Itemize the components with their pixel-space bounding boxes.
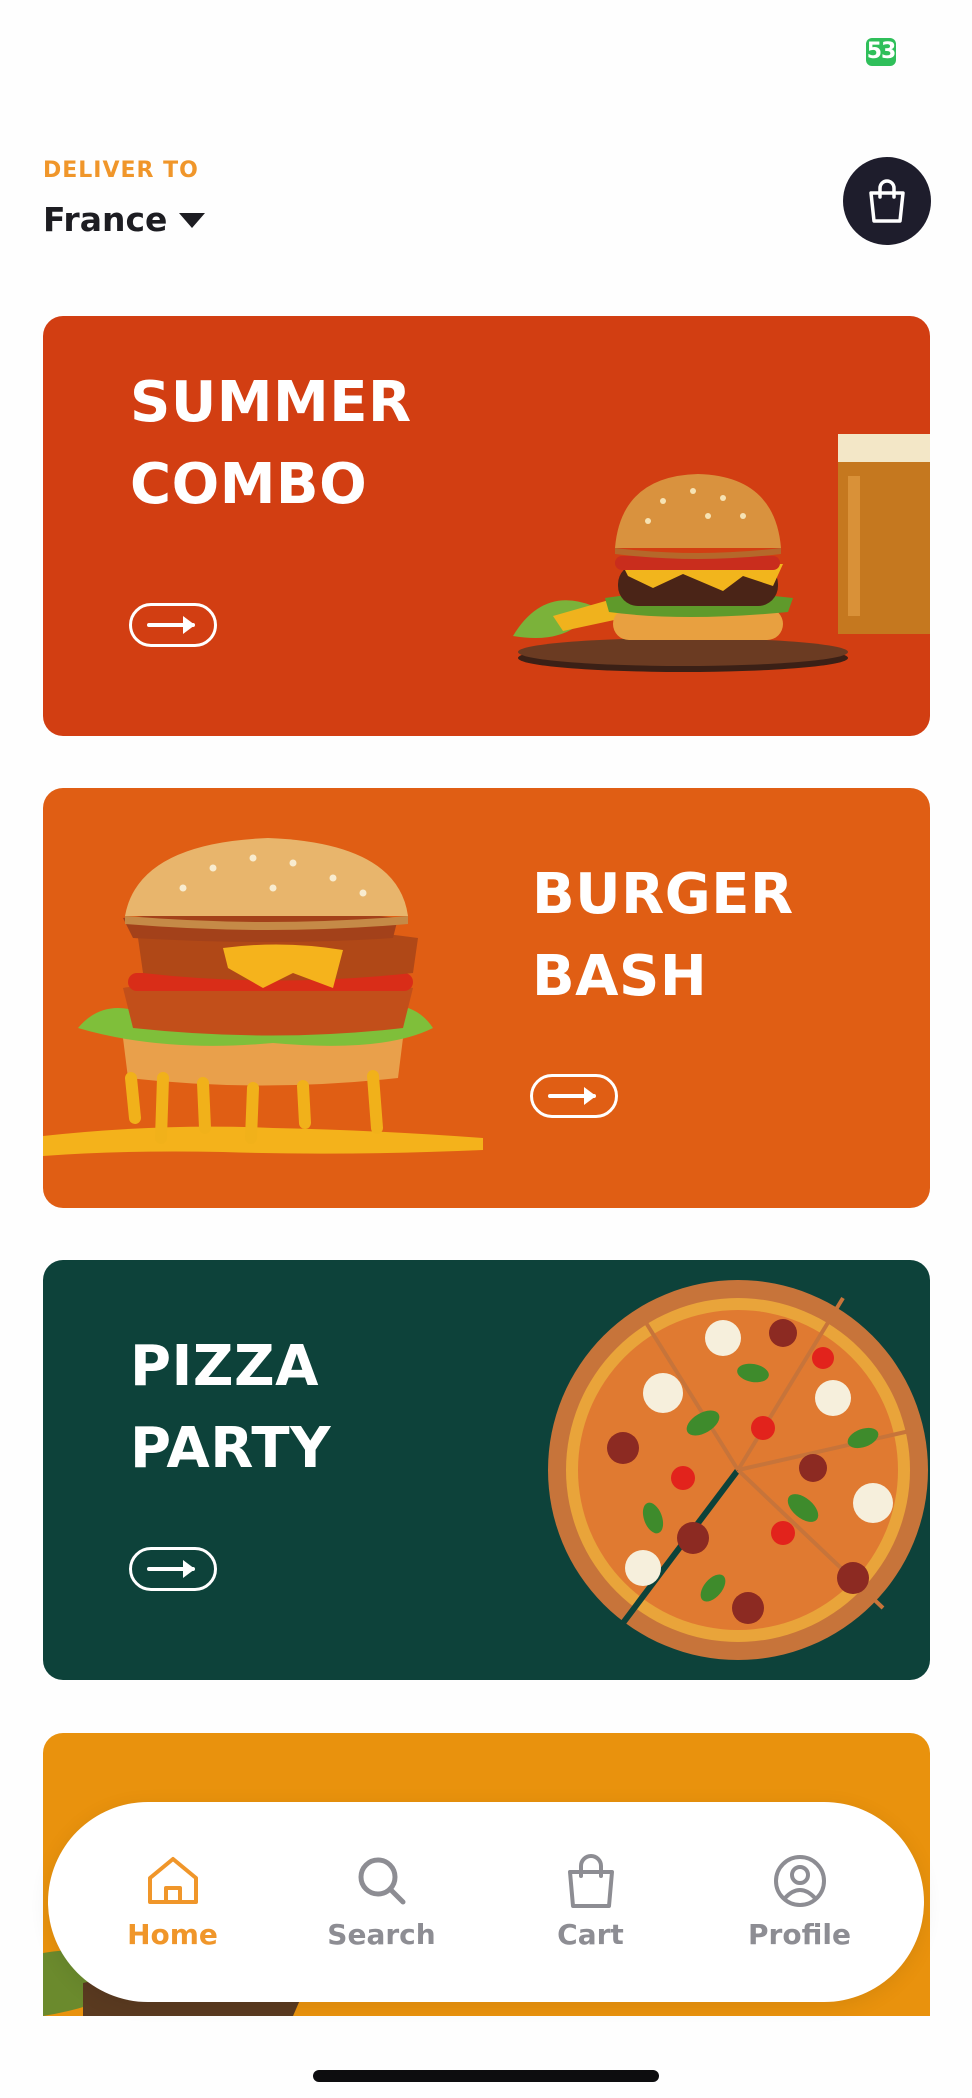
tab-label: Profile [748, 1917, 851, 1951]
promo-title: BURGER BASH [532, 862, 794, 1009]
deliver-to-label: DELIVER TO [43, 158, 199, 183]
burger-beer-illustration [513, 434, 930, 672]
tab-label: Home [127, 1917, 218, 1951]
promo-card-summer-combo[interactable]: SUMMER COMBO [43, 316, 930, 736]
tab-cart[interactable]: Cart [496, 1853, 686, 1951]
cart-button[interactable] [843, 157, 931, 245]
caret-down-icon [179, 213, 206, 228]
arrow-right-icon [147, 616, 195, 634]
tab-profile[interactable]: Profile [705, 1854, 895, 1951]
home-indicator [313, 2070, 659, 2082]
arrow-right-icon [147, 1560, 195, 1578]
promo-card-pizza-party[interactable]: PIZZA PARTY [43, 1260, 930, 1680]
battery-indicator: 53 [866, 38, 896, 66]
bag-icon [567, 1853, 614, 1908]
bottom-tab-bar: Home Search Cart Profile [48, 1802, 924, 2002]
profile-icon [773, 1854, 826, 1907]
arrow-right-icon [548, 1087, 596, 1105]
location-value: France [43, 200, 168, 239]
tab-search[interactable]: Search [287, 1854, 477, 1951]
shopping-bag-icon [869, 179, 905, 223]
pizza-illustration [548, 1280, 928, 1660]
promo-title: SUMMER COMBO [130, 370, 412, 517]
tab-label: Search [327, 1917, 436, 1951]
chicken-burger-illustration [43, 838, 483, 1156]
home-icon [147, 1856, 198, 1904]
location-selector[interactable]: France [43, 200, 206, 239]
home-screen: 53 DELIVER TO France SUMMER COMBO BURGER… [0, 0, 972, 2098]
tab-label: Cart [557, 1917, 624, 1951]
arrow-button[interactable] [129, 603, 217, 647]
arrow-button[interactable] [129, 1547, 217, 1591]
promo-title: PIZZA PARTY [130, 1334, 332, 1481]
search-icon [358, 1857, 405, 1904]
promo-card-burger-bash[interactable]: BURGER BASH [43, 788, 930, 1208]
arrow-button[interactable] [530, 1074, 618, 1118]
tab-home[interactable]: Home [78, 1854, 268, 1951]
